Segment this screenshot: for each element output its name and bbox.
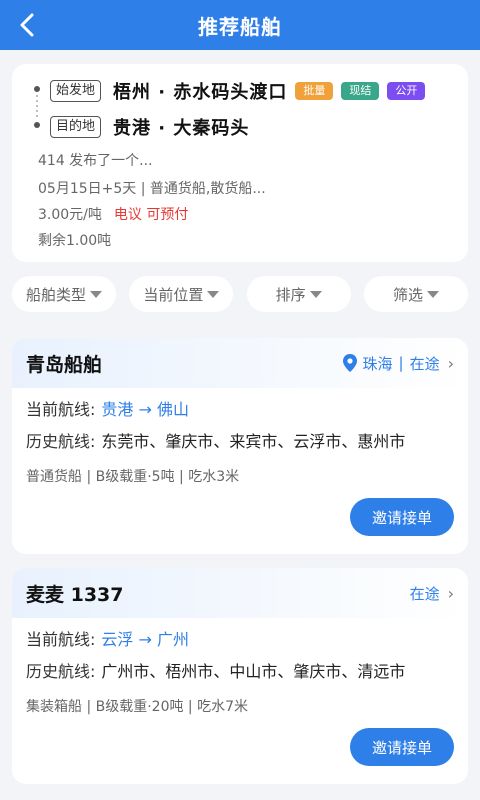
ship-card[interactable]: 青岛船舶 珠海 | 在途 › 当前航线: 贵港 → 佛山 历史航线: 东莞市、肇…	[12, 338, 468, 554]
origin-tag: 始发地	[50, 80, 102, 102]
location-pin-icon	[342, 354, 357, 372]
filter-location[interactable]: 当前位置	[129, 276, 234, 312]
chevron-left-icon	[20, 13, 34, 37]
ship-status[interactable]: 在途 ›	[410, 583, 454, 604]
back-button[interactable]	[12, 8, 42, 42]
caret-down-icon	[90, 290, 102, 298]
publisher-text: 414 发布了一个...	[38, 153, 153, 169]
current-route: 云浮 → 广州	[101, 630, 189, 649]
cargo-card[interactable]: 始发地 梧州 · 赤水码头渡口 批量 现结 公开 目的地 贵港 · 大秦码头 4…	[12, 64, 468, 262]
ship-card[interactable]: 麦麦 1337 在途 › 当前航线: 云浮 → 广州 历史航线: 广州市、梧州市…	[12, 568, 468, 784]
ship-name: 麦麦 1337	[26, 583, 124, 606]
ship-status[interactable]: 珠海 | 在途 ›	[342, 353, 454, 374]
ship-card-header: 麦麦 1337 在途 ›	[12, 568, 468, 618]
ship-card-header: 青岛船舶 珠海 | 在途 ›	[12, 338, 468, 388]
price-value: 3.00元/吨	[38, 207, 102, 223]
filter-label: 船舶类型	[25, 285, 86, 304]
history-route-label: 历史航线:	[26, 432, 96, 451]
caret-down-icon	[309, 290, 322, 298]
badge-cash: 现结	[341, 82, 380, 100]
history-route-label: 历史航线:	[26, 662, 96, 681]
route-dots-icon	[34, 86, 40, 128]
badge-batch: 批量	[295, 82, 334, 100]
date-info: 05月15日+5天 | 普通货船,散货船...	[38, 181, 266, 197]
badge-public: 公开	[387, 82, 426, 100]
current-route-label: 当前航线:	[26, 400, 96, 419]
dest-tag: 目的地	[50, 116, 102, 138]
ship-location: 珠海	[362, 354, 393, 373]
history-route-row: 历史航线: 广州市、梧州市、中山市、肇庆市、清远市	[26, 658, 405, 682]
ship-status-text: 在途	[409, 354, 440, 373]
app-header: 推荐船舶	[0, 0, 480, 50]
price-row: 3.00元/吨 电议 可预付	[38, 204, 188, 224]
caret-down-icon	[207, 290, 220, 298]
history-route: 广州市、梧州市、中山市、肇庆市、清远市	[101, 662, 406, 681]
invite-button[interactable]: 邀请接单	[350, 498, 454, 536]
ship-status-text: 在途	[409, 584, 440, 603]
current-route-label: 当前航线:	[26, 630, 96, 649]
filter-screen[interactable]: 筛选	[363, 276, 468, 312]
dest-place: 贵港 · 大秦码头	[113, 118, 250, 139]
remaining-text: 剩余1.00吨	[38, 233, 112, 249]
chevron-right-icon: ›	[447, 583, 454, 603]
invite-button[interactable]: 邀请接单	[350, 728, 454, 766]
status-divider: |	[398, 354, 404, 372]
filter-sort[interactable]: 排序	[246, 276, 351, 312]
ship-name: 青岛船舶	[26, 353, 103, 376]
page-title: 推荐船舶	[198, 14, 282, 39]
chevron-right-icon: ›	[447, 353, 454, 373]
price-note: 电议 可预付	[113, 207, 189, 223]
ship-spec: 普通货船 | B级载重·5吨 | 吃水3米	[26, 469, 240, 485]
history-route: 东莞市、肇庆市、来宾市、云浮市、惠州市	[101, 432, 406, 451]
filter-bar: 船舶类型 当前位置 排序 筛选	[12, 276, 468, 312]
origin-row: 始发地 梧州 · 赤水码头渡口 批量 现结 公开	[50, 78, 426, 104]
origin-place: 梧州 · 赤水码头渡口	[113, 82, 288, 103]
history-route-row: 历史航线: 东莞市、肇庆市、来宾市、云浮市、惠州市	[26, 428, 405, 452]
dest-row: 目的地 贵港 · 大秦码头	[50, 114, 249, 140]
ship-spec: 集装箱船 | B级载重·20吨 | 吃水7米	[26, 699, 249, 715]
caret-down-icon	[426, 290, 439, 298]
filter-label: 排序	[275, 285, 306, 304]
current-route-row: 当前航线: 贵港 → 佛山	[26, 396, 189, 420]
current-route: 贵港 → 佛山	[101, 400, 189, 419]
current-route-row: 当前航线: 云浮 → 广州	[26, 626, 189, 650]
filter-label: 当前位置	[143, 285, 204, 304]
filter-ship-type[interactable]: 船舶类型	[12, 276, 116, 312]
filter-label: 筛选	[392, 285, 423, 304]
